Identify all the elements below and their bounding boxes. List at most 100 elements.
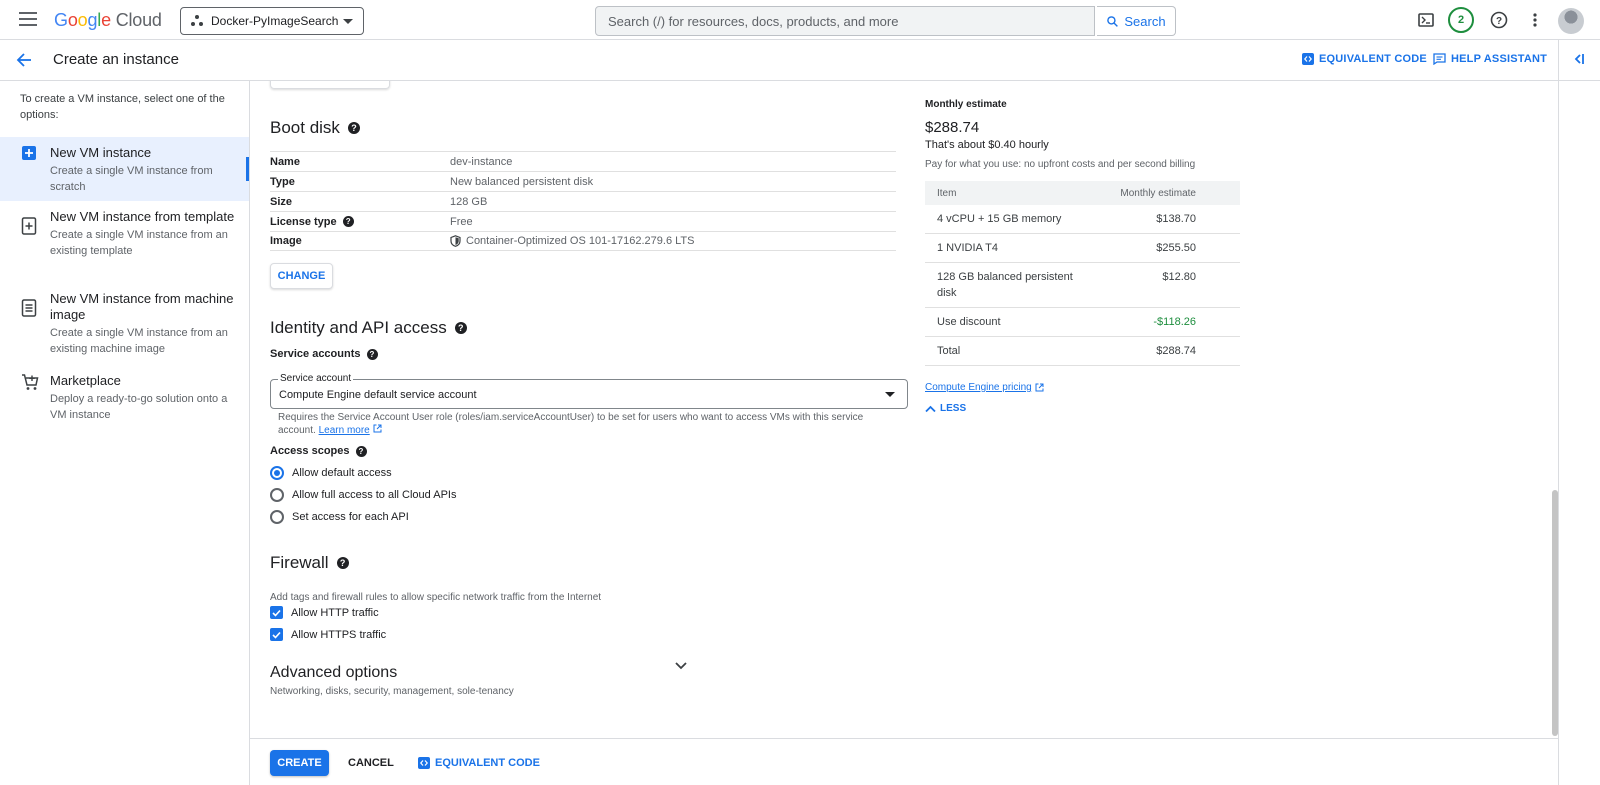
- chevron-up-icon: [925, 405, 936, 412]
- table-cell-cost: $288.74: [1085, 336, 1240, 366]
- scope-label: Allow default access: [292, 467, 392, 479]
- sidebar-item-desc: Create a single VM instance from scratch: [50, 165, 213, 193]
- equivalent-code-header-button[interactable]: EQUIVALENT CODE: [1302, 53, 1427, 65]
- service-accounts-label: Service accounts ?: [270, 348, 378, 360]
- firewall-heading: Firewall ?: [270, 553, 349, 573]
- cloud-shell-icon[interactable]: [1416, 10, 1436, 30]
- create-button[interactable]: CREATE: [270, 750, 329, 776]
- more-vert-icon[interactable]: [1525, 10, 1545, 30]
- scope-radio-full[interactable]: Allow full access to all Cloud APIs: [270, 488, 456, 502]
- sidebar-item-from-template[interactable]: New VM instance from template Create a s…: [0, 209, 249, 279]
- top-bar: Google Cloud Docker-PyImageSearch Search…: [0, 0, 1600, 40]
- boot-disk-heading: Boot disk ?: [270, 118, 360, 138]
- image-value: Container-Optimized OS 101-17162.279.6 L…: [466, 235, 695, 247]
- scope-radio-each[interactable]: Set access for each API: [270, 510, 409, 524]
- boot-disk-row: Image Container-Optimized OS 101-17162.2…: [270, 231, 896, 251]
- sidebar-item-title: New VM instance from template: [50, 209, 235, 224]
- table-cell-item: Use discount: [925, 307, 1085, 337]
- logo-google-text: Google: [54, 10, 111, 30]
- equivalent-code-footer-button[interactable]: EQUIVALENT CODE: [418, 750, 540, 776]
- boot-disk-key: License type?: [270, 216, 450, 228]
- svg-text:?: ?: [1496, 16, 1502, 27]
- equivalent-code-label: EQUIVALENT CODE: [435, 757, 540, 769]
- learn-more-label: Learn more: [318, 425, 370, 436]
- scrollbar-thumb[interactable]: [1552, 490, 1558, 736]
- back-arrow-icon[interactable]: [16, 52, 32, 73]
- allow-https-checkbox[interactable]: Allow HTTPS traffic: [270, 628, 386, 641]
- allow-http-checkbox[interactable]: Allow HTTP traffic: [270, 606, 379, 619]
- shopping-cart-icon: [22, 374, 39, 390]
- boot-disk-row: Type New balanced persistent disk: [270, 171, 896, 191]
- help-icon[interactable]: ?: [454, 322, 467, 334]
- equivalent-code-label: EQUIVALENT CODE: [1319, 53, 1427, 65]
- help-assistant-label: HELP ASSISTANT: [1451, 53, 1548, 65]
- search-button[interactable]: Search: [1097, 6, 1176, 36]
- compute-engine-pricing-link[interactable]: Compute Engine pricing: [925, 382, 1245, 393]
- advanced-options-title[interactable]: Advanced options: [270, 664, 397, 682]
- sidebar-intro: To create a VM instance, select one of t…: [20, 93, 225, 121]
- estimate-table: Item Monthly estimate 4 vCPU + 15 GB mem…: [925, 181, 1240, 366]
- boot-disk-value: Container-Optimized OS 101-17162.279.6 L…: [450, 235, 694, 247]
- boot-disk-key: Name: [270, 155, 300, 168]
- sidebar-item-desc: Create a single VM instance from an exis…: [50, 327, 228, 355]
- radio-unselected[interactable]: [270, 510, 284, 524]
- cancel-button[interactable]: CANCEL: [348, 750, 394, 776]
- firewall-title: Firewall: [270, 553, 329, 572]
- service-account-floating-label: Service account: [278, 373, 354, 384]
- table-header-row: Item Monthly estimate: [925, 181, 1240, 205]
- help-icon[interactable]: ?: [355, 445, 367, 457]
- firewall-desc: Add tags and firewall rules to allow spe…: [270, 592, 602, 603]
- scope-radio-default[interactable]: Allow default access: [270, 466, 392, 480]
- sidebar-item-from-machine-image[interactable]: New VM instance from machine image Creat…: [0, 291, 249, 361]
- service-account-value: Compute Engine default service account: [279, 389, 477, 401]
- learn-more-link[interactable]: Learn more: [319, 425, 370, 436]
- search-icon: [1107, 15, 1119, 27]
- expand-more-icon[interactable]: [674, 658, 688, 676]
- help-icon[interactable]: ?: [366, 348, 378, 360]
- identity-heading: Identity and API access ?: [270, 318, 467, 338]
- service-account-select[interactable]: Service account Compute Engine default s…: [270, 373, 908, 409]
- code-icon: [1302, 53, 1314, 65]
- collapse-panel-icon[interactable]: [1572, 52, 1586, 71]
- notifications-badge[interactable]: 2: [1448, 7, 1474, 33]
- table-row: Use discount -$118.26: [925, 307, 1240, 337]
- table-row: 1 NVIDIA T4 $255.50: [925, 233, 1240, 263]
- help-icon[interactable]: ?: [347, 122, 360, 134]
- estimate-hourly: That's about $0.40 hourly: [925, 139, 1049, 151]
- radio-selected[interactable]: [270, 466, 284, 480]
- help-assistant-button[interactable]: HELP ASSISTANT: [1433, 53, 1547, 65]
- table-cell-item: 4 vCPU + 15 GB memory: [925, 205, 1085, 234]
- less-toggle[interactable]: LESS: [925, 403, 1245, 414]
- boot-disk-value: Free: [450, 215, 473, 228]
- table-cell-item: 1 NVIDIA T4: [925, 233, 1085, 263]
- service-accounts-text: Service accounts: [270, 348, 361, 360]
- external-link-icon: [1035, 383, 1044, 392]
- project-selector[interactable]: Docker-PyImageSearch: [180, 7, 364, 35]
- project-name: Docker-PyImageSearch: [211, 14, 339, 28]
- scope-label: Set access for each API: [292, 511, 409, 523]
- radio-unselected[interactable]: [270, 488, 284, 502]
- menu-icon[interactable]: [19, 12, 37, 26]
- create-instance-form: Boot disk ? Name dev-instance Type New b…: [250, 81, 1558, 738]
- help-icon[interactable]: ?: [336, 557, 349, 569]
- search-input[interactable]: [596, 7, 1094, 35]
- help-assistant-icon: [1433, 53, 1446, 65]
- search-button-label: Search: [1124, 13, 1166, 29]
- change-boot-disk-button[interactable]: CHANGE: [270, 263, 333, 289]
- help-icon[interactable]: ?: [342, 216, 354, 227]
- access-scopes-text: Access scopes: [270, 445, 350, 457]
- checkbox-checked[interactable]: [270, 606, 283, 619]
- right-panel-divider: [1558, 40, 1559, 785]
- scope-label: Allow full access to all Cloud APIs: [292, 489, 457, 501]
- boot-disk-details: Name dev-instance Type New balanced pers…: [270, 151, 896, 251]
- sidebar-item-new-vm[interactable]: New VM instance Create a single VM insta…: [0, 137, 249, 201]
- google-cloud-logo[interactable]: Google Cloud: [54, 10, 162, 31]
- table-cell-discount: -$118.26: [1085, 307, 1240, 337]
- table-cell-cost: $255.50: [1085, 233, 1240, 263]
- help-icon[interactable]: ?: [1489, 10, 1509, 30]
- checkbox-checked[interactable]: [270, 628, 283, 641]
- sidebar-item-marketplace[interactable]: Marketplace Deploy a ready-to-go solutio…: [0, 373, 249, 429]
- partial-button[interactable]: [270, 81, 390, 89]
- boot-disk-value: New balanced persistent disk: [450, 175, 594, 188]
- avatar[interactable]: [1558, 8, 1584, 34]
